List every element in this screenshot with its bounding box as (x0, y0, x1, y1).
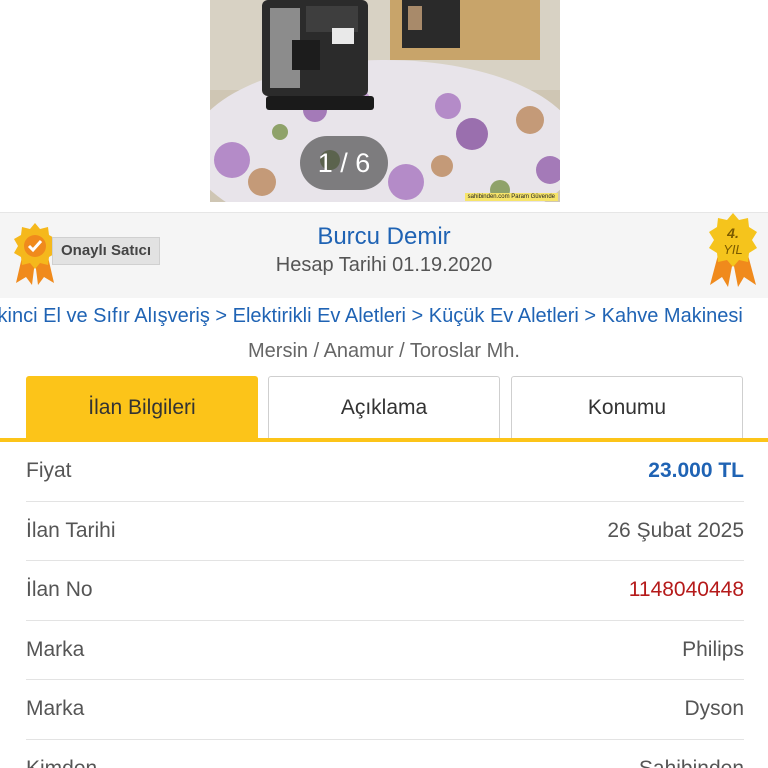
photo-counter: 1 / 6 (300, 136, 388, 190)
detail-row-seller-type: Kimden Sahibinden (26, 740, 744, 768)
detail-row-date: İlan Tarihi 26 Şubat 2025 (26, 502, 744, 561)
detail-key: Fiyat (26, 459, 72, 482)
listing-details: Fiyat 23.000 TL İlan Tarihi 26 Şubat 202… (26, 442, 744, 768)
price-value: 23.000 TL (648, 459, 744, 482)
listing-tabs: İlan Bilgileri Açıklama Konumu (0, 376, 768, 442)
detail-value: Dyson (684, 697, 744, 720)
membership-years-badge: 4. YIL (706, 213, 760, 291)
seller-name[interactable]: Burcu Demir (0, 223, 768, 251)
detail-row-ilan-no: İlan No 1148040448 (26, 561, 744, 621)
detail-row-brand: Marka Philips (26, 621, 744, 680)
photo-gallery[interactable]: sahibinden.com Param Güvende 1 / 6 (0, 0, 768, 212)
seller-bar: Onaylı Satıcı Burcu Demir Hesap Tarihi 0… (0, 212, 768, 298)
detail-row-price: Fiyat 23.000 TL (26, 442, 744, 502)
detail-row-brand: Marka Dyson (26, 680, 744, 740)
watermark: sahibinden.com Param Güvende (464, 193, 558, 201)
listing-number-value: 1148040448 (628, 578, 744, 601)
years-badge-icon: 4. YIL (709, 213, 757, 287)
detail-key: Marka (26, 697, 85, 720)
detail-key: İlan No (26, 578, 93, 601)
detail-value: Philips (682, 637, 744, 661)
detail-key: Marka (26, 637, 85, 661)
tab-konumu[interactable]: Konumu (511, 376, 743, 440)
detail-key: Kimden (26, 756, 98, 768)
detail-value: Sahibinden (638, 756, 744, 768)
category-breadcrumb[interactable]: İkinci El ve Sıfır Alışveriş > Elektirik… (0, 305, 743, 328)
tab-aciklama[interactable]: Açıklama (268, 376, 500, 440)
detail-value: 26 Şubat 2025 (607, 518, 744, 542)
detail-key: İlan Tarihi (26, 518, 116, 542)
tab-ilan-bilgileri[interactable]: İlan Bilgileri (26, 376, 258, 440)
years-badge-number: 4. (726, 225, 739, 241)
account-date: Hesap Tarihi 01.19.2020 (275, 254, 493, 276)
years-badge-text: YIL (723, 242, 743, 257)
listing-location: Mersin / Anamur / Toroslar Mh. (248, 340, 520, 362)
